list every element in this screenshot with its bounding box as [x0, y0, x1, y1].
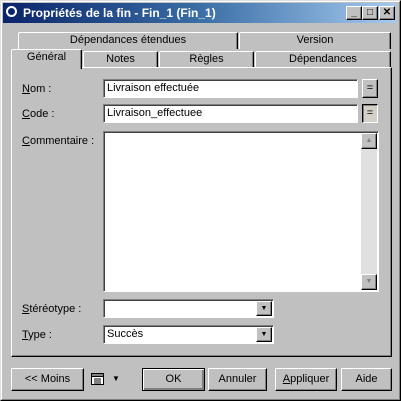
- tab-dependances-etendues[interactable]: Dépendances étendues: [18, 32, 238, 49]
- annuler-button[interactable]: Annuler: [208, 368, 267, 391]
- close-button[interactable]: ✕: [379, 6, 395, 20]
- tab-dependances[interactable]: Dépendances: [255, 51, 391, 68]
- window-icon: [6, 6, 17, 17]
- tab-label: Règles: [189, 53, 224, 65]
- type-value: Succès: [107, 328, 144, 340]
- tab-label: Version: [296, 34, 334, 46]
- nom-sync-button[interactable]: =: [362, 79, 378, 98]
- title-bar[interactable]: Propriétés de la fin - Fin_1 (Fin_1) _ □…: [3, 3, 396, 23]
- list-menu-icon[interactable]: [90, 372, 106, 386]
- code-field[interactable]: Livraison_effectuee: [103, 104, 358, 123]
- commentaire-textarea[interactable]: ▲ ▼: [103, 131, 379, 292]
- tab-regles[interactable]: Règles: [159, 51, 254, 68]
- scroll-up-icon[interactable]: ▲: [361, 133, 377, 149]
- nom-label: Nom :: [22, 83, 52, 95]
- code-label: Code :: [22, 108, 55, 120]
- aide-button[interactable]: Aide: [341, 368, 392, 391]
- chevron-down-icon[interactable]: ▼: [256, 327, 272, 342]
- window-title: Propriétés de la fin - Fin_1 (Fin_1): [23, 6, 216, 20]
- tab-general[interactable]: Général: [11, 49, 82, 69]
- tab-version[interactable]: Version: [239, 32, 391, 49]
- commentaire-label: Commentaire :: [22, 135, 95, 147]
- stereotype-combobox[interactable]: ▼: [103, 299, 274, 318]
- appliquer-button[interactable]: Appliquer: [275, 368, 337, 391]
- minimize-button[interactable]: _: [346, 6, 362, 20]
- scroll-down-icon[interactable]: ▼: [361, 274, 377, 290]
- code-sync-button[interactable]: =: [362, 104, 378, 123]
- tab-notes[interactable]: Notes: [83, 51, 158, 68]
- nom-field[interactable]: Livraison effectuée: [103, 79, 358, 98]
- commentaire-scrollbar[interactable]: ▲ ▼: [361, 133, 377, 290]
- properties-dialog: Propriétés de la fin - Fin_1 (Fin_1) _ □…: [0, 0, 401, 401]
- ok-button[interactable]: OK: [142, 368, 205, 391]
- tab-label: Notes: [106, 53, 135, 65]
- tab-label: Dépendances étendues: [69, 34, 187, 46]
- tab-label: Général: [26, 51, 67, 63]
- type-combobox[interactable]: Succès ▼: [103, 325, 274, 344]
- moins-button[interactable]: << Moins: [11, 368, 84, 391]
- type-label: Type :: [22, 329, 52, 341]
- chevron-down-icon[interactable]: ▼: [256, 301, 272, 316]
- menu-dropdown-icon[interactable]: ▼: [112, 374, 120, 383]
- tab-label: Dépendances: [289, 53, 357, 65]
- stereotype-label: Stéréotype :: [22, 303, 82, 315]
- maximize-button[interactable]: □: [362, 6, 378, 20]
